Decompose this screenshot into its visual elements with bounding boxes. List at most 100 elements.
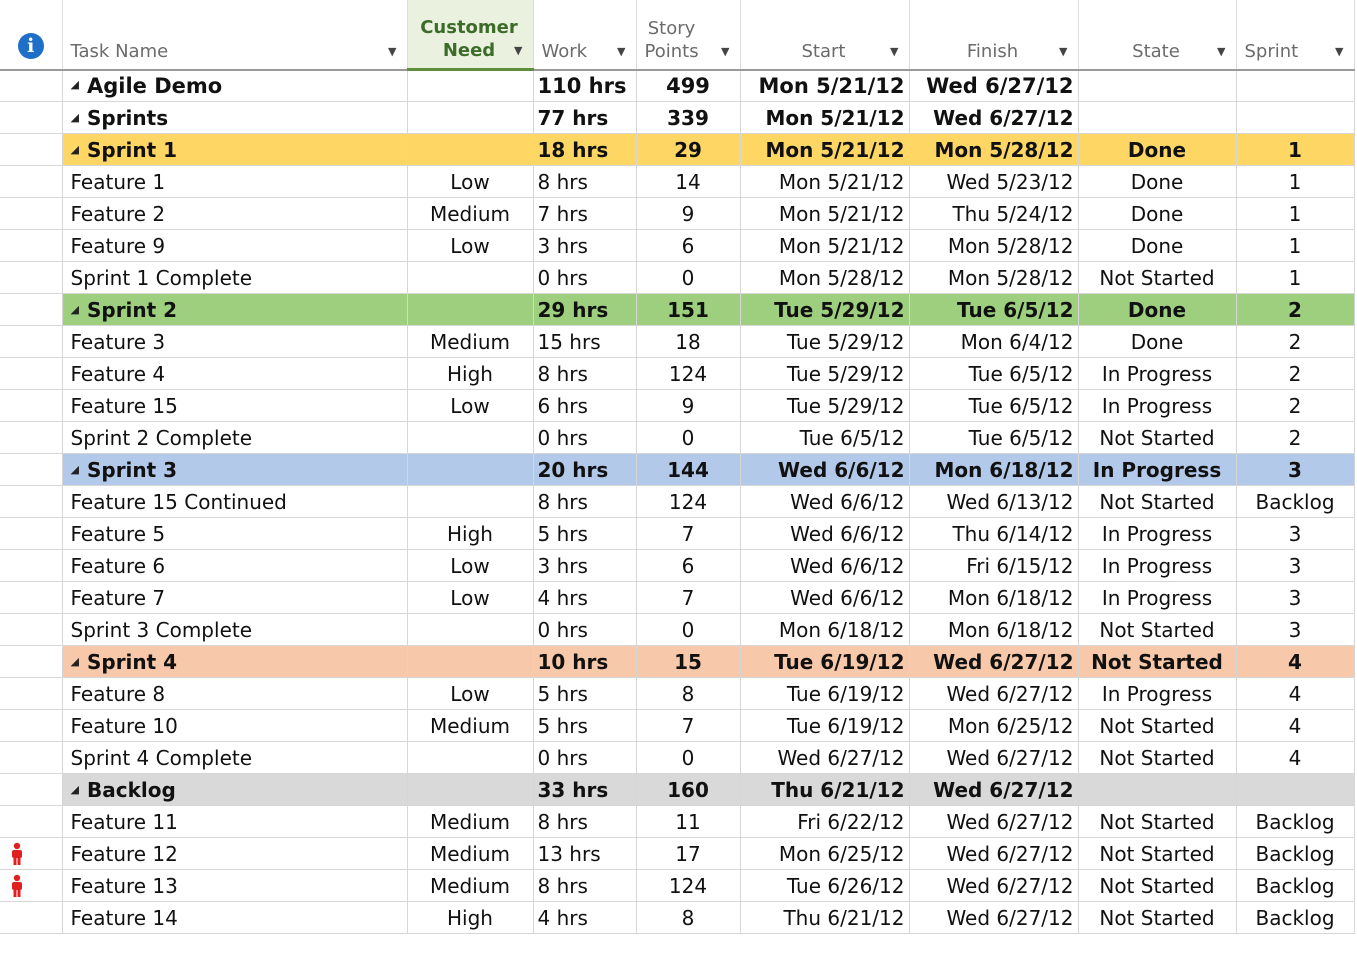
indicator-cell[interactable] [0,389,63,422]
task-name-cell[interactable]: Feature 2 [62,197,408,230]
state-header[interactable]: State ▼ [1078,0,1237,71]
indicator-cell[interactable] [0,293,63,326]
task-name-cell[interactable]: ◢ Sprint 1 [62,133,408,166]
sprint-cell[interactable]: Backlog [1236,485,1355,518]
story-points-cell[interactable]: 18 [636,325,741,358]
table-row[interactable]: ◢ Sprint 3 20 hrs 144 Wed 6/6/12 Mon 6/18… [0,453,1355,486]
start-cell[interactable]: Tue 5/29/12 [740,293,910,326]
start-header[interactable]: Start ▼ [740,0,910,71]
state-cell[interactable]: Done [1078,133,1237,166]
indicator-cell[interactable] [0,421,63,454]
table-row[interactable]: Feature 12 Medium 13 hrs 17 Mon 6/25/12 … [0,837,1355,870]
collapse-triangle-icon[interactable]: ◢ [71,783,79,796]
sprint-cell[interactable]: 1 [1236,229,1355,262]
finish-cell[interactable]: Tue 6/5/12 [909,357,1079,390]
sprint-cell[interactable]: 1 [1236,261,1355,294]
table-row[interactable]: ◢ Sprint 2 29 hrs 151 Tue 5/29/12 Tue 6/5… [0,293,1355,326]
story-points-cell[interactable]: 124 [636,869,741,902]
indicators-header[interactable]: i [0,0,63,71]
work-cell[interactable]: 6 hrs [533,389,637,422]
state-cell[interactable]: In Progress [1078,453,1237,486]
indicator-cell[interactable] [0,485,63,518]
indicator-cell[interactable] [0,613,63,646]
story-points-cell[interactable]: 0 [636,261,741,294]
customer-need-cell[interactable]: Medium [407,325,534,358]
task-name-cell[interactable]: Sprint 4 Complete [62,741,408,774]
task-name-cell[interactable]: Feature 12 [62,837,408,870]
customer-need-cell[interactable]: Medium [407,709,534,742]
customer-need-cell[interactable] [407,613,534,646]
story-points-cell[interactable]: 11 [636,805,741,838]
indicator-cell[interactable] [0,453,63,486]
task-name-cell[interactable]: ◢ Sprint 2 [62,293,408,326]
task-name-cell[interactable]: Sprint 3 Complete [62,613,408,646]
task-name-cell[interactable]: Feature 10 [62,709,408,742]
work-cell[interactable]: 13 hrs [533,837,637,870]
table-row[interactable]: Sprint 1 Complete 0 hrs 0 Mon 5/28/12 Mo… [0,261,1355,294]
table-row[interactable]: Sprint 4 Complete 0 hrs 0 Wed 6/27/12 We… [0,741,1355,774]
table-row[interactable]: ◢ Backlog 33 hrs 160 Thu 6/21/12 Wed 6/27… [0,773,1355,806]
table-row[interactable]: Feature 11 Medium 8 hrs 11 Fri 6/22/12 W… [0,805,1355,838]
start-cell[interactable]: Mon 5/21/12 [740,165,910,198]
start-cell[interactable]: Mon 6/18/12 [740,613,910,646]
finish-cell[interactable]: Fri 6/15/12 [909,549,1079,582]
sprint-cell[interactable] [1236,101,1355,134]
sprint-cell[interactable]: 4 [1236,645,1355,678]
indicator-cell[interactable] [0,517,63,550]
sprint-cell[interactable]: 1 [1236,165,1355,198]
work-cell[interactable]: 33 hrs [533,773,637,806]
work-cell[interactable]: 8 hrs [533,357,637,390]
task-name-cell[interactable]: Sprint 2 Complete [62,421,408,454]
finish-cell[interactable]: Mon 6/25/12 [909,709,1079,742]
task-name-cell[interactable]: Sprint 1 Complete [62,261,408,294]
start-cell[interactable]: Tue 6/19/12 [740,645,910,678]
table-row[interactable]: Sprint 2 Complete 0 hrs 0 Tue 6/5/12 Tue… [0,421,1355,454]
finish-cell[interactable]: Wed 6/27/12 [909,837,1079,870]
indicator-cell[interactable] [0,869,63,902]
work-cell[interactable]: 0 hrs [533,613,637,646]
task-name-cell[interactable]: Feature 3 [62,325,408,358]
chevron-down-icon[interactable]: ▼ [514,44,522,57]
sprint-cell[interactable] [1236,773,1355,806]
state-cell[interactable]: Done [1078,325,1237,358]
collapse-triangle-icon[interactable]: ◢ [71,655,79,668]
table-row[interactable]: Feature 4 High 8 hrs 124 Tue 5/29/12 Tue… [0,357,1355,390]
work-cell[interactable]: 29 hrs [533,293,637,326]
table-row[interactable]: Feature 2 Medium 7 hrs 9 Mon 5/21/12 Thu… [0,197,1355,230]
work-cell[interactable]: 20 hrs [533,453,637,486]
finish-cell[interactable]: Thu 5/24/12 [909,197,1079,230]
sprint-cell[interactable]: Backlog [1236,837,1355,870]
sprint-cell[interactable]: 1 [1236,133,1355,166]
customer-need-cell[interactable] [407,101,534,134]
start-cell[interactable]: Tue 6/26/12 [740,869,910,902]
finish-header[interactable]: Finish ▼ [909,0,1079,71]
customer-need-header[interactable]: Customer Need ▼ [407,0,534,71]
finish-cell[interactable]: Tue 6/5/12 [909,389,1079,422]
customer-need-cell[interactable]: High [407,517,534,550]
collapse-triangle-icon[interactable]: ◢ [71,303,79,316]
customer-need-cell[interactable]: Low [407,677,534,710]
customer-need-cell[interactable]: High [407,901,534,934]
work-cell[interactable]: 10 hrs [533,645,637,678]
indicator-cell[interactable] [0,197,63,230]
indicator-cell[interactable] [0,549,63,582]
task-name-cell[interactable]: Feature 15 Continued [62,485,408,518]
task-name-cell[interactable]: Feature 6 [62,549,408,582]
finish-cell[interactable]: Wed 6/13/12 [909,485,1079,518]
sprint-cell[interactable]: 3 [1236,453,1355,486]
sprint-cell[interactable] [1236,69,1355,102]
table-row[interactable]: Feature 14 High 4 hrs 8 Thu 6/21/12 Wed … [0,901,1355,934]
table-row[interactable]: Feature 6 Low 3 hrs 6 Wed 6/6/12 Fri 6/1… [0,549,1355,582]
start-cell[interactable]: Tue 5/29/12 [740,357,910,390]
sprint-cell[interactable]: 3 [1236,613,1355,646]
indicator-cell[interactable] [0,165,63,198]
task-name-cell[interactable]: ◢ Agile Demo [62,69,408,102]
task-name-cell[interactable]: ◢ Backlog [62,773,408,806]
state-cell[interactable]: Done [1078,165,1237,198]
story-points-cell[interactable]: 17 [636,837,741,870]
state-cell[interactable]: Not Started [1078,261,1237,294]
story-points-cell[interactable]: 7 [636,709,741,742]
indicator-cell[interactable] [0,677,63,710]
state-cell[interactable] [1078,773,1237,806]
story-points-cell[interactable]: 144 [636,453,741,486]
